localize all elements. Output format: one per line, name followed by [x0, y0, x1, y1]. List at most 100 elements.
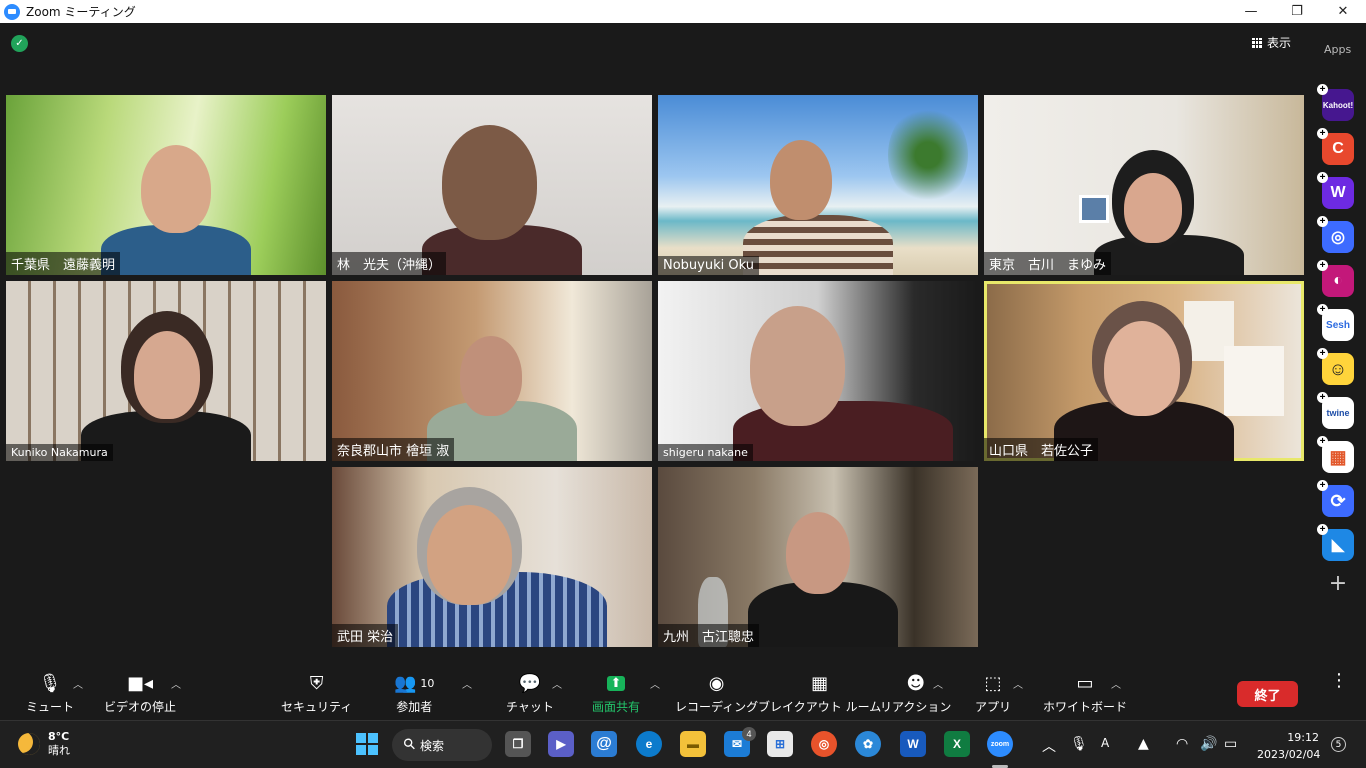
participants-button[interactable]: 👥 10 参加者 [394, 671, 434, 715]
maps-app-icon[interactable]: ✿ [855, 731, 881, 757]
word-icon[interactable]: W [900, 731, 926, 757]
camera-icon: ■◂ [126, 672, 154, 694]
weather-widget[interactable]: 8°C 晴れ [18, 730, 70, 758]
participant-name: 東京 古川 まゆみ [984, 252, 1112, 275]
reactions-chevron-icon[interactable]: ︿ [933, 676, 943, 691]
view-label: 表示 [1267, 36, 1292, 50]
record-button[interactable]: ◉ レコーディング [675, 671, 758, 715]
whiteboard-chevron-icon[interactable]: ︿ [1111, 676, 1121, 691]
start-windows-icon[interactable] [354, 731, 380, 757]
circle-app-icon[interactable]: + ◎ [1317, 216, 1354, 253]
participant-tile[interactable]: 奈良郡山市 檜垣 淑 [332, 281, 652, 461]
participant-tile[interactable]: 九州 古江聰忠 [658, 467, 978, 647]
record-icon: ◉ [708, 672, 725, 694]
participant-name: 奈良郡山市 檜垣 淑 [332, 438, 455, 461]
media-app-icon[interactable]: ◎ [811, 731, 837, 757]
at-mail-icon[interactable]: @ [591, 731, 617, 757]
kahoot-icon[interactable]: + Kahoot! [1317, 84, 1354, 121]
task-view-icon[interactable]: ❐ [505, 731, 531, 757]
microphone-tray-icon[interactable]: 🎙 [1070, 736, 1088, 752]
grid-view-icon [1252, 37, 1262, 48]
battery-icon[interactable]: ▭ [1224, 736, 1237, 752]
window-titlebar: Zoom ミーティング — ❐ ✕ [0, 0, 1366, 23]
participant-tile[interactable]: 武田 栄治 [332, 467, 652, 647]
participant-name: 千葉県 遠藤義明 [6, 252, 121, 275]
smile-app-icon[interactable]: + ☺ [1317, 348, 1354, 385]
c-app-icon[interactable]: + C [1317, 128, 1354, 165]
add-app-plus-icon[interactable]: + [1326, 573, 1350, 597]
share-screen-button[interactable]: ⬆ 画面共有 [592, 671, 640, 715]
show-hidden-icons-chevron-icon[interactable]: ︿ [1042, 736, 1056, 756]
sync-app-icon[interactable]: + ⟳ [1317, 480, 1354, 517]
participant-tile[interactable]: Nobuyuki Oku [658, 95, 978, 275]
security-button[interactable]: ⛨ セキュリティ [281, 671, 352, 715]
moon-icon [18, 733, 40, 755]
chat-chevron-icon[interactable]: ︿ [552, 676, 562, 691]
store-icon[interactable]: ⊞ [767, 731, 793, 757]
twine-icon[interactable]: + twine [1317, 392, 1354, 429]
zoom-app-icon[interactable]: zoom [987, 731, 1013, 757]
participant-name: Nobuyuki Oku [658, 256, 759, 275]
edge-browser-icon[interactable]: e [636, 731, 662, 757]
stop-video-button[interactable]: ■◂ ビデオの停止 [104, 671, 176, 715]
participant-tile-active-speaker[interactable]: 山口県 若佐公子 [984, 281, 1304, 461]
participants-icon: 👥 10 [394, 672, 435, 694]
more-options-icon[interactable]: ⋮ [1330, 670, 1348, 691]
participant-name: Kuniko Nakamura [6, 444, 113, 461]
chat-bubble-icon: 💬 [518, 672, 542, 694]
apps-button[interactable]: ⬚ アプリ [975, 671, 1011, 715]
apps-panel-label: Apps [1324, 43, 1352, 56]
apps-icon: ⬚ [984, 672, 1002, 694]
mute-button[interactable]: 🎙 ミュート [26, 671, 74, 715]
reactions-smiley-icon: ☻ [906, 672, 926, 694]
participant-tile[interactable]: 千葉県 遠藤義明 [6, 95, 326, 275]
arrow-app-icon[interactable]: + ◣ [1317, 524, 1354, 561]
participant-tile[interactable]: 東京 古川 まゆみ [984, 95, 1304, 275]
participant-name: 山口県 若佐公子 [984, 438, 1099, 461]
participant-tile[interactable]: 林 光夫（沖縄） [332, 95, 652, 275]
wifi-icon[interactable]: ◠ [1176, 736, 1188, 752]
grid-app-icon[interactable]: + ▦ [1317, 436, 1354, 473]
notification-count-badge[interactable]: 5 [1331, 737, 1346, 752]
participant-name: shigeru nakane [658, 444, 753, 461]
participants-chevron-icon[interactable]: ︿ [462, 676, 472, 691]
taskbar-search[interactable]: 検索 [392, 729, 492, 761]
participant-name: 林 光夫（沖縄） [332, 252, 447, 275]
apps-chevron-icon[interactable]: ︿ [1013, 676, 1023, 691]
excel-icon[interactable]: X [944, 731, 970, 757]
share-screen-icon: ⬆ [606, 671, 626, 695]
window-title: Zoom ミーティング [26, 5, 136, 19]
breakout-rooms-button[interactable]: ▦ ブレイクアウト ルーム [758, 671, 881, 715]
participant-name: 武田 栄治 [332, 624, 399, 647]
video-options-chevron-icon[interactable]: ︿ [171, 676, 181, 691]
encryption-shield-icon[interactable]: ✓ [11, 35, 28, 52]
participant-tile[interactable]: Kuniko Nakamura [6, 281, 326, 461]
video-app-icon[interactable]: + ◐ [1317, 260, 1354, 297]
volume-icon[interactable]: 🔊 [1200, 736, 1217, 752]
teams-chat-icon[interactable]: ▶ [548, 731, 574, 757]
maximize-button[interactable]: ❐ [1274, 0, 1320, 23]
wooclap-icon[interactable]: + W [1317, 172, 1354, 209]
microphone-icon: 🎙 [38, 672, 62, 694]
view-button[interactable]: 表示 [1252, 34, 1291, 51]
sesh-icon[interactable]: + Sesh [1317, 304, 1354, 341]
end-meeting-button[interactable]: 終了 [1237, 681, 1298, 707]
participant-tile[interactable]: shigeru nakane [658, 281, 978, 461]
chat-button[interactable]: 💬 チャット [506, 671, 554, 715]
participant-name: 九州 古江聰忠 [658, 624, 760, 647]
clock[interactable]: 19:12 2023/02/04 [1257, 729, 1320, 763]
audio-options-chevron-icon[interactable]: ︿ [73, 676, 83, 691]
share-chevron-icon[interactable]: ︿ [650, 676, 660, 691]
mail-icon[interactable]: ✉ 4 [724, 727, 756, 757]
security-shield-icon: ⛨ [309, 672, 324, 694]
windows-taskbar: 8°C 晴れ 検索 ❐ ▶ @ e ▬ ✉4 ⊞ ◎ ✿ W X zoom ︿ … [0, 720, 1366, 768]
whiteboard-icon: ▭ [1076, 672, 1094, 694]
close-button[interactable]: ✕ [1320, 0, 1366, 23]
ime-icon[interactable]: A [1101, 736, 1109, 750]
file-explorer-icon[interactable]: ▬ [680, 731, 706, 757]
breakout-rooms-icon: ▦ [811, 672, 829, 694]
meeting-toolbar: 🎙 ミュート ︿ ■◂ ビデオの停止 ︿ ⛨ セキュリティ 👥 10 参加者 ︿ … [0, 665, 1366, 720]
minimize-button[interactable]: — [1228, 0, 1274, 23]
zoom-logo-icon [4, 3, 20, 20]
adobe-icon[interactable]: ▲ [1138, 736, 1149, 752]
